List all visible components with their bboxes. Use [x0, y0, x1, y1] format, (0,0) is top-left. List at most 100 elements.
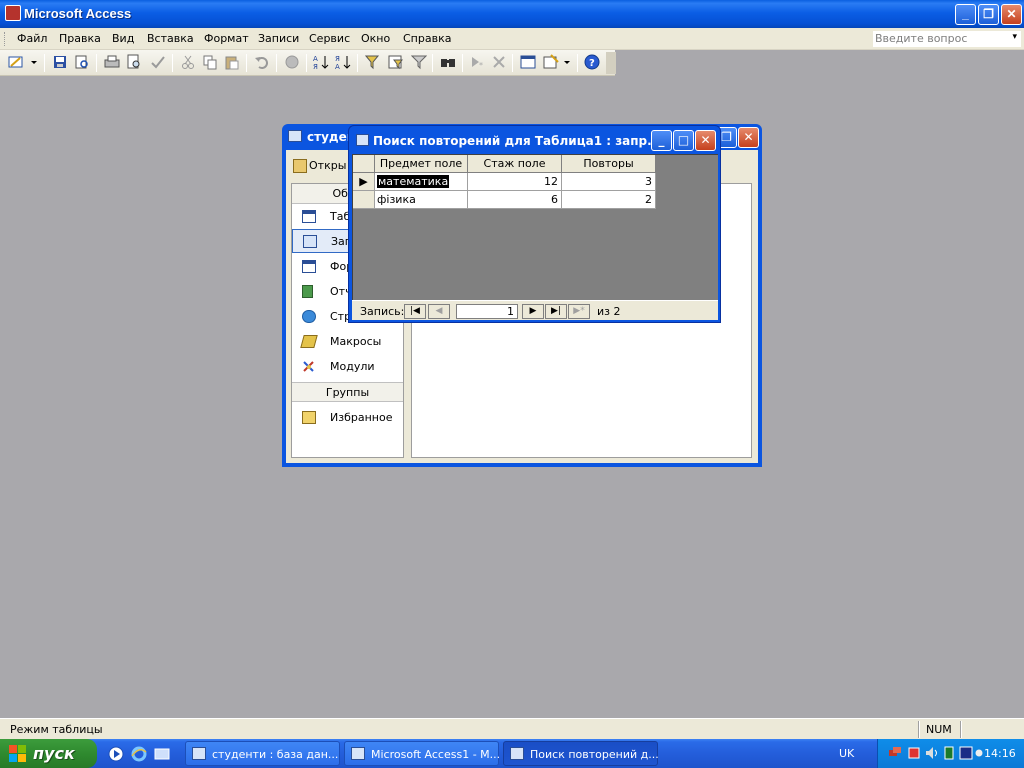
svg-text:Я: Я: [335, 55, 340, 63]
task-access-app[interactable]: Microsoft Access1 - M...: [344, 741, 500, 766]
menu-records[interactable]: Записи: [258, 32, 299, 45]
group-favorites[interactable]: Избранное: [292, 406, 403, 430]
save-icon[interactable]: [52, 54, 68, 70]
column-header-experience[interactable]: Стаж поле: [468, 155, 562, 173]
print-preview-icon[interactable]: [126, 54, 142, 70]
column-header-subject[interactable]: Предмет поле: [375, 155, 468, 173]
toolbar-options-icon[interactable]: [606, 52, 616, 74]
help-icon[interactable]: ?: [584, 54, 600, 70]
toolbar-separator: [357, 54, 358, 72]
filter-by-form-icon[interactable]: [388, 54, 404, 70]
taskbar: пуск студенти : база дан... Microsoft Ac…: [0, 739, 1024, 768]
volume-icon[interactable]: [925, 746, 939, 760]
open-button[interactable]: Откры: [293, 159, 346, 173]
show-desktop-icon[interactable]: [154, 746, 170, 762]
start-button[interactable]: пуск: [0, 739, 97, 768]
tray-app-icon[interactable]: [975, 746, 983, 760]
first-record-button[interactable]: |◀: [404, 304, 426, 319]
language-indicator[interactable]: UK: [839, 747, 854, 760]
menu-view[interactable]: Вид: [112, 32, 134, 45]
apply-filter-icon[interactable]: [410, 54, 428, 70]
app-title-bar[interactable]: Microsoft Access _ ❐ ✕: [0, 0, 1024, 28]
ask-question-box[interactable]: Введите вопрос ▾: [873, 31, 1021, 47]
table-cell[interactable]: 2: [562, 191, 656, 209]
antivirus-icon[interactable]: [942, 746, 956, 760]
insert-object-icon[interactable]: [284, 54, 300, 70]
record-selector[interactable]: [353, 191, 375, 209]
menu-edit[interactable]: Правка: [59, 32, 101, 45]
menu-tools[interactable]: Сервис: [309, 32, 350, 45]
new-object-dropdown-icon[interactable]: [563, 54, 571, 70]
view-dropdown-icon[interactable]: [30, 54, 38, 70]
view-icon[interactable]: [8, 54, 24, 70]
table-cell[interactable]: 3: [562, 173, 656, 191]
table-cell[interactable]: 12: [468, 173, 562, 191]
minimize-button[interactable]: _: [955, 4, 976, 25]
object-macros[interactable]: Макросы: [292, 330, 403, 354]
database-window-icon[interactable]: [520, 54, 536, 70]
ask-question-input[interactable]: Введите вопрос: [875, 32, 967, 45]
toolbar-separator: [512, 54, 513, 72]
table-cell[interactable]: 6: [468, 191, 562, 209]
menu-file[interactable]: Файл: [17, 32, 47, 45]
object-modules[interactable]: Модули: [292, 355, 403, 379]
close-button[interactable]: ✕: [1001, 4, 1022, 25]
query-minimize-button[interactable]: _: [651, 130, 672, 151]
sort-ascending-icon[interactable]: AЯ: [313, 54, 329, 71]
new-record-nav-button[interactable]: ▶*: [568, 304, 590, 319]
query-maximize-button[interactable]: □: [673, 130, 694, 151]
print-icon[interactable]: [104, 54, 120, 70]
svg-text:A: A: [313, 55, 318, 63]
menu-insert[interactable]: Вставка: [147, 32, 194, 45]
sort-descending-icon[interactable]: ЯA: [335, 54, 351, 71]
filter-by-selection-icon[interactable]: [364, 54, 381, 70]
clock[interactable]: 14:16: [984, 747, 1016, 760]
menu-help[interactable]: Справка: [403, 32, 451, 45]
internet-explorer-icon[interactable]: [131, 746, 147, 762]
svg-text:A: A: [335, 63, 340, 70]
new-record-icon[interactable]: *: [469, 54, 485, 70]
task-database-window[interactable]: студенти : база дан...: [185, 741, 340, 766]
next-record-button[interactable]: ▶: [522, 304, 544, 319]
copy-icon[interactable]: [202, 54, 218, 70]
groups-header[interactable]: Группы: [292, 382, 403, 402]
restore-button[interactable]: ❐: [978, 4, 999, 25]
network-icon[interactable]: [888, 746, 902, 760]
table-cell[interactable]: фізика: [375, 191, 468, 209]
database-toolbar: AЯ ЯA * ?: [0, 50, 616, 76]
cut-icon[interactable]: [180, 54, 196, 70]
record-selector-current[interactable]: ▶: [353, 173, 375, 191]
spelling-icon[interactable]: [150, 54, 166, 70]
column-header-repeats[interactable]: Повторы: [562, 155, 656, 173]
table-cell[interactable]: математика: [375, 173, 468, 191]
security-icon[interactable]: [907, 746, 921, 760]
toolbar-separator: [432, 54, 433, 72]
toolbar-separator: [577, 54, 578, 72]
search-file-icon[interactable]: [74, 54, 90, 70]
select-all-cell[interactable]: [353, 155, 375, 173]
menu-grip[interactable]: [4, 32, 7, 46]
favorites-icon: [302, 411, 316, 424]
previous-record-button[interactable]: ◀: [428, 304, 450, 319]
db-close-button[interactable]: ✕: [738, 127, 759, 148]
menu-window[interactable]: Окно: [361, 32, 390, 45]
access-app-icon: [351, 747, 365, 760]
last-record-button[interactable]: ▶|: [545, 304, 567, 319]
paste-icon[interactable]: [224, 54, 240, 70]
task-query-window[interactable]: Поиск повторений д...: [503, 741, 659, 766]
query-window-title: Поиск повторений для Таблица1 : запр...: [373, 134, 661, 148]
access-app-icon[interactable]: [5, 5, 21, 21]
query-close-button[interactable]: ✕: [695, 130, 716, 151]
current-record-input[interactable]: 1: [456, 304, 518, 319]
find-icon[interactable]: [440, 54, 456, 70]
record-label: Запись:: [360, 305, 405, 318]
undo-icon[interactable]: [254, 54, 270, 70]
query-window-title-bar[interactable]: Поиск повторений для Таблица1 : запр... …: [349, 126, 721, 154]
media-player-icon[interactable]: [108, 746, 124, 762]
new-object-icon[interactable]: [543, 54, 559, 70]
chevron-down-icon[interactable]: ▾: [1012, 32, 1017, 42]
query-window[interactable]: Поиск повторений для Таблица1 : запр... …: [348, 125, 721, 323]
bluetooth-icon[interactable]: [959, 746, 973, 760]
menu-format[interactable]: Формат: [204, 32, 249, 45]
delete-record-icon[interactable]: [491, 54, 507, 70]
